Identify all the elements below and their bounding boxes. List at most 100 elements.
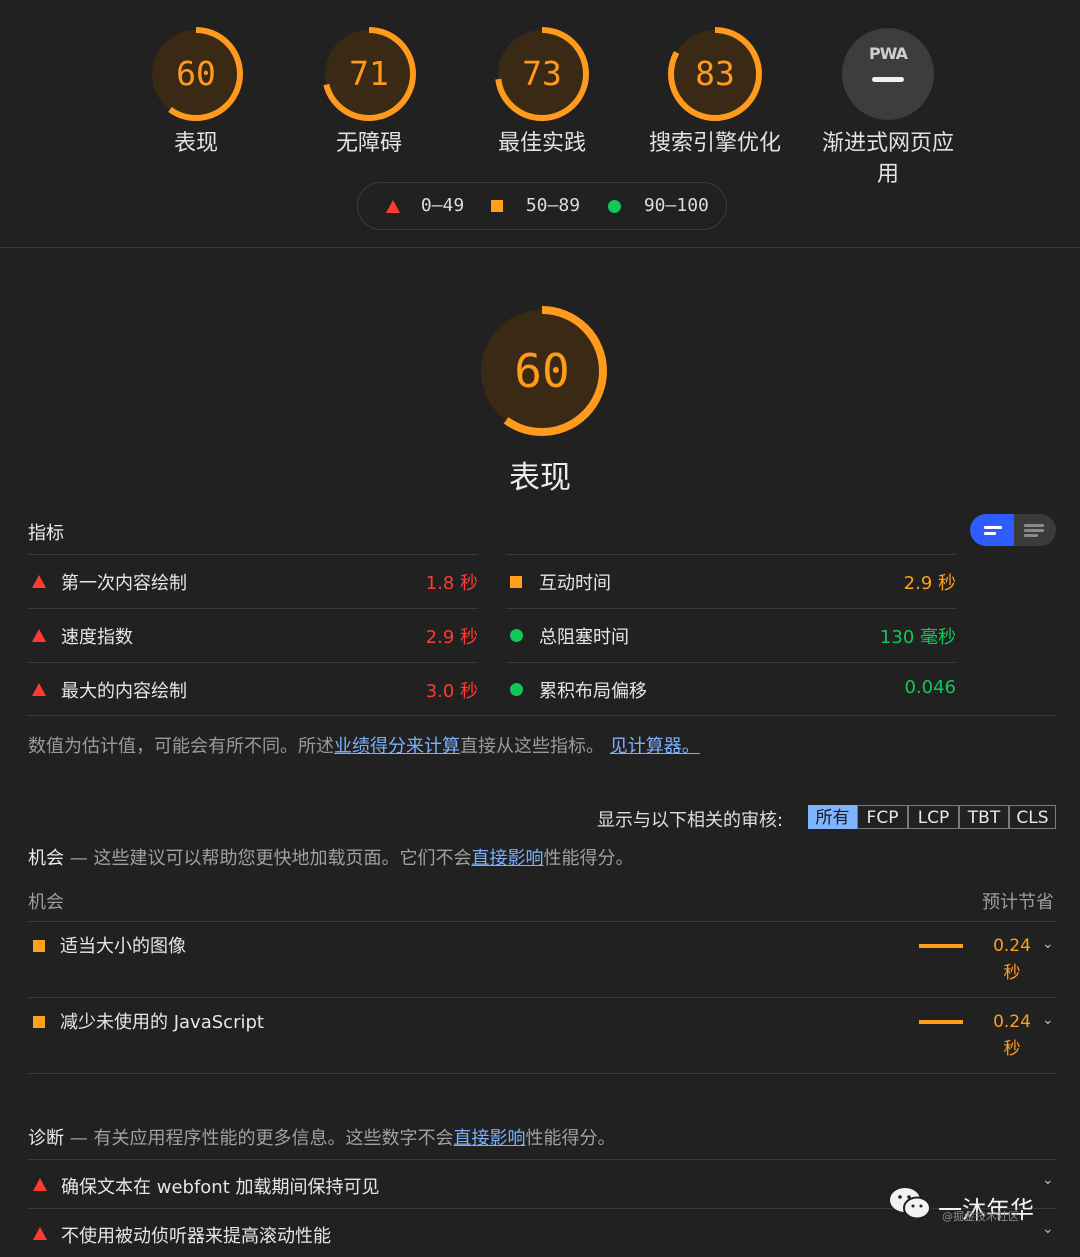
legend-average: 50–89	[491, 195, 580, 216]
estimated-savings: 0.24 秒	[984, 933, 1040, 987]
gauge-accessibility[interactable]: 71 无障碍	[294, 26, 444, 159]
metric-tbt: 总阻塞时间 130 毫秒	[506, 608, 956, 662]
gauge-ring: 73	[494, 26, 590, 122]
filter-chip-all[interactable]: 所有	[808, 805, 857, 829]
red-triangle-icon	[32, 575, 46, 588]
legend-average-range: 50–89	[525, 195, 581, 216]
performance-score: 60	[514, 344, 570, 398]
metric-name: 速度指数	[61, 627, 133, 648]
opportunities-desc-suffix: 性能得分。	[543, 848, 634, 869]
gauge-label-line1: 渐进式网页应	[821, 131, 954, 156]
metric-value: 0.046	[904, 677, 956, 698]
chevron-down-icon[interactable]: ⌄	[1042, 1012, 1054, 1028]
green-circle-icon	[608, 199, 621, 213]
red-triangle-icon	[386, 199, 400, 213]
filter-chip-tbt[interactable]: TBT	[959, 805, 1009, 829]
metrics-note: 数值为估计值，可能会有所不同。所述业绩得分来计算直接从这些指标。 见计算器。	[28, 732, 700, 758]
green-circle-icon	[510, 629, 523, 642]
gauge-performance[interactable]: 60 表现	[121, 26, 271, 159]
opportunities-desc: 这些建议可以帮助您更快地加载页面。它们不会	[93, 848, 472, 869]
red-triangle-icon	[33, 1178, 47, 1191]
note-text: 直接从这些指标。	[460, 736, 604, 757]
metric-name: 累积布局偏移	[539, 681, 647, 702]
filter-chip-fcp[interactable]: FCP	[857, 805, 908, 829]
metric-speed-index: 速度指数 2.9 秒	[28, 608, 478, 662]
red-triangle-icon	[32, 683, 46, 696]
calculator-link[interactable]: 见计算器。	[610, 736, 700, 757]
gauge-ring: 60	[148, 26, 244, 122]
column-header-opportunity: 机会	[28, 892, 64, 913]
opportunity-name: 减少未使用的 JavaScript	[60, 1012, 264, 1033]
savings-value: 0.24	[993, 1012, 1031, 1032]
separator: —	[64, 848, 94, 869]
metric-lcp: 最大的内容绘制 3.0 秒	[28, 662, 478, 716]
orange-square-icon	[510, 576, 522, 588]
metric-value: 2.9 秒	[903, 573, 956, 594]
opportunity-name: 适当大小的图像	[60, 936, 186, 957]
green-circle-icon	[510, 683, 523, 696]
orange-square-icon	[33, 940, 45, 952]
metric-value: 130 毫秒	[879, 627, 956, 648]
gauge-score: 73	[522, 54, 562, 93]
divider	[28, 715, 1056, 716]
legend-fail-range: 0–49	[420, 195, 465, 216]
opportunity-item[interactable]: 减少未使用的 JavaScript 0.24 秒 ⌄	[28, 997, 1056, 1074]
category-summary: 60 表现 71 无障碍 73 最佳实践 83 搜索引擎优化 PWA 渐进式网页…	[0, 0, 1080, 248]
legend-pass-range: 90–100	[643, 195, 709, 216]
savings-bar	[919, 1020, 963, 1024]
gauge-label-line2: 用	[876, 162, 899, 187]
gauge-ring: PWA	[840, 26, 936, 122]
metric-cls: 累积布局偏移 0.046	[506, 662, 956, 716]
diagnostics-title: 诊断	[28, 1128, 64, 1149]
dash-icon	[872, 77, 904, 82]
pwa-logo-icon: PWA	[868, 44, 908, 63]
separator: —	[64, 1128, 94, 1149]
legend-fail: 0–49	[386, 195, 464, 216]
metrics-view-toggle[interactable]	[970, 514, 1056, 546]
opportunities-header: 机会 — 这些建议可以帮助您更快地加载页面。它们不会直接影响性能得分。	[28, 844, 633, 870]
filter-chip-cls[interactable]: CLS	[1009, 805, 1056, 829]
diagnostics-desc-suffix: 性能得分。	[525, 1128, 616, 1149]
gauge-label: 表现	[173, 131, 218, 156]
savings-unit: 秒	[1003, 1039, 1021, 1059]
divider	[28, 1073, 1056, 1074]
red-triangle-icon	[33, 1227, 47, 1240]
filter-chip-lcp[interactable]: LCP	[908, 805, 959, 829]
metric-name: 总阻塞时间	[539, 627, 629, 648]
diagnostics-header: 诊断 — 有关应用程序性能的更多信息。这些数字不会直接影响性能得分。	[28, 1124, 615, 1150]
metric-value: 2.9 秒	[425, 627, 478, 648]
watermark: 一沐年华 @掘金技术社区	[888, 1184, 1068, 1228]
gauge-label: 最佳实践	[497, 131, 586, 156]
metric-name: 最大的内容绘制	[61, 681, 187, 702]
red-triangle-icon	[32, 629, 46, 642]
metric-name: 第一次内容绘制	[61, 573, 187, 594]
direct-impact-link[interactable]: 直接影响	[471, 848, 543, 869]
gauge-label: 无障碍	[335, 131, 402, 156]
score-calc-link[interactable]: 业绩得分来计算	[334, 736, 460, 757]
orange-square-icon	[33, 1016, 45, 1028]
gauge-pwa[interactable]: PWA 渐进式网页应 用	[813, 26, 963, 190]
direct-impact-link[interactable]: 直接影响	[453, 1128, 525, 1149]
score-legend: 0–49 50–89 90–100	[357, 182, 727, 230]
estimated-savings: 0.24 秒	[984, 1009, 1040, 1063]
toggle-compact-view[interactable]	[970, 514, 1014, 546]
savings-value: 0.24	[993, 936, 1031, 956]
pwa-badge: PWA	[842, 28, 934, 120]
gauge-seo[interactable]: 83 搜索引擎优化	[640, 26, 790, 159]
column-header-savings: 预计节省	[982, 892, 1054, 913]
note-text: 数值为估计值，可能会有所不同。所述	[28, 736, 334, 757]
chevron-down-icon[interactable]: ⌄	[1042, 936, 1054, 952]
metric-name: 互动时间	[539, 573, 611, 594]
watermark-sub: @掘金技术社区	[942, 1210, 1019, 1223]
performance-title: 表现	[509, 460, 571, 496]
metric-fcp: 第一次内容绘制 1.8 秒	[28, 554, 478, 608]
opportunity-item[interactable]: 适当大小的图像 0.24 秒 ⌄	[28, 921, 1056, 998]
audit-filter-label: 显示与以下相关的审核:	[597, 810, 784, 831]
gauge-ring: 71	[321, 26, 417, 122]
gauge-best-practices[interactable]: 73 最佳实践	[467, 26, 617, 159]
diagnostic-name: 不使用被动侦听器来提高滚动性能	[61, 1226, 331, 1247]
opportunities-title: 机会	[28, 848, 64, 869]
gauge-score: 83	[695, 54, 735, 93]
metric-value: 1.8 秒	[425, 573, 478, 594]
metric-tti: 互动时间 2.9 秒	[506, 554, 956, 608]
